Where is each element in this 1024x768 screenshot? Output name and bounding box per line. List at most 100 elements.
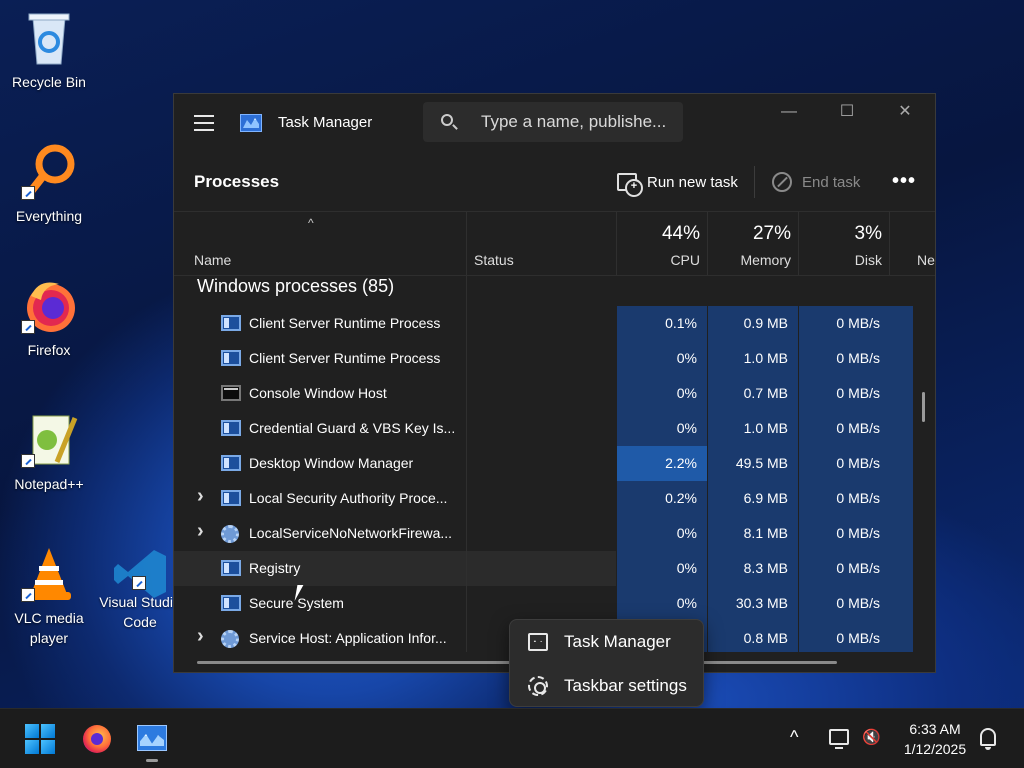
process-row[interactable]: Secure System 0% 30.3 MB 0 MB/s — [174, 586, 914, 621]
end-task-label: End task — [802, 173, 861, 191]
desktop-icon-label: Notepad++ — [14, 476, 84, 492]
search-placeholder[interactable]: Type a name, publishe... — [481, 112, 666, 132]
clock-date: 1/12/2025 — [903, 741, 967, 757]
process-name-cell[interactable]: Console Window Host — [174, 376, 466, 411]
process-row[interactable]: Console Window Host 0% 0.7 MB 0 MB/s — [174, 376, 914, 411]
more-options-icon[interactable]: ••• — [892, 170, 916, 193]
close-button[interactable]: ✕ — [890, 98, 920, 128]
process-name-cell[interactable]: › Service Host: Application Infor... — [174, 621, 466, 652]
process-disk-value: 0 MB/s — [799, 306, 913, 341]
process-name-cell[interactable]: › LocalServiceNoNetworkFirewa... — [174, 516, 466, 551]
process-name-cell[interactable]: Desktop Window Manager — [174, 446, 466, 481]
task-manager-window: Task Manager Type a name, publishe... — … — [173, 93, 936, 673]
desktop-icon-vlc[interactable]: VLC media player — [4, 544, 94, 648]
column-divider[interactable] — [889, 212, 890, 275]
expand-chevron-icon[interactable]: › — [197, 485, 204, 508]
process-row[interactable]: Desktop Window Manager 2.2% 49.5 MB 0 MB/s — [174, 446, 914, 481]
vertical-scrollbar[interactable] — [922, 392, 925, 422]
sort-ascending-icon: ^ — [308, 216, 314, 230]
process-name-cell[interactable]: › Local Security Authority Proce... — [174, 481, 466, 516]
column-header-memory[interactable]: Memory — [708, 252, 791, 268]
process-name-cell[interactable]: Client Server Runtime Process — [174, 306, 466, 341]
hamburger-menu-icon[interactable] — [194, 115, 214, 131]
volume-muted-icon[interactable]: 🔇 — [862, 729, 882, 747]
column-divider[interactable] — [466, 212, 467, 275]
process-disk-value: 0 MB/s — [799, 446, 913, 481]
process-status-cell — [467, 446, 616, 481]
process-memory-value: 0.8 MB — [708, 621, 798, 652]
notification-bell-icon[interactable] — [980, 728, 996, 750]
firefox-icon — [19, 276, 79, 336]
show-hidden-icons-chevron-icon[interactable]: ^ — [790, 727, 798, 748]
process-status-cell — [467, 376, 616, 411]
menu-item-task-manager[interactable]: Task Manager — [510, 620, 703, 664]
process-name-cell[interactable]: Registry — [174, 551, 466, 586]
column-header-name[interactable]: Name — [194, 252, 231, 268]
process-memory-value: 1.0 MB — [708, 411, 798, 446]
taskbar-task-manager-icon[interactable] — [137, 725, 167, 751]
process-status-cell — [467, 341, 616, 376]
expand-chevron-icon[interactable]: › — [197, 520, 204, 543]
process-name-cell[interactable]: Client Server Runtime Process — [174, 341, 466, 376]
title-bar[interactable]: Task Manager Type a name, publishe... — … — [174, 94, 935, 152]
process-disk-value: 0 MB/s — [799, 481, 913, 516]
minimize-button[interactable]: — — [774, 98, 804, 128]
memory-total-percent[interactable]: 27% — [708, 223, 791, 245]
process-cpu-value: 0% — [617, 341, 707, 376]
group-header: Windows processes (85) — [197, 276, 395, 296]
process-disk-value: 0 MB/s — [799, 621, 913, 652]
desktop-icon-label: Everything — [15, 208, 83, 224]
desktop-icon-vscode[interactable]: Visual Studio Code — [95, 544, 185, 632]
start-button-windows-icon[interactable] — [25, 724, 55, 754]
column-header-status[interactable]: Status — [474, 252, 514, 268]
process-name-cell[interactable]: Credential Guard & VBS Key Is... — [174, 411, 466, 446]
shortcut-arrow-icon — [132, 576, 146, 590]
process-row[interactable]: Client Server Runtime Process 0% 1.0 MB 0 M… — [174, 341, 914, 376]
vscode-icon — [110, 544, 170, 604]
process-row[interactable]: Credential Guard & VBS Key Is... 0% 1.0 MB… — [174, 411, 914, 446]
taskbar-firefox-icon[interactable] — [83, 725, 111, 753]
process-name: Console Window Host — [249, 385, 387, 401]
process-cpu-value: 0% — [617, 551, 707, 586]
process-icon — [221, 490, 241, 506]
network-icon[interactable] — [829, 729, 849, 749]
process-row[interactable]: Client Server Runtime Process 0.1% 0.9 MB 0… — [174, 306, 914, 341]
run-new-task-button[interactable]: Run new task — [617, 166, 738, 198]
search-box[interactable]: Type a name, publishe... — [423, 102, 683, 142]
shortcut-arrow-icon — [21, 320, 35, 334]
process-row[interactable]: › LocalServiceNoNetworkFirewa... 0% 8.1 MB 0… — [174, 516, 914, 551]
process-name-cell[interactable]: Secure System — [174, 586, 466, 621]
task-manager-app-icon — [240, 114, 262, 132]
desktop-icon-recycle-bin[interactable]: Recycle Bin — [4, 8, 94, 92]
process-memory-value: 6.9 MB — [708, 481, 798, 516]
process-cpu-value: 0% — [617, 411, 707, 446]
console-icon — [221, 385, 241, 401]
process-icon — [221, 455, 241, 471]
desktop-icon-everything[interactable]: Everything — [4, 142, 94, 226]
menu-item-taskbar-settings[interactable]: Taskbar settings — [510, 664, 703, 708]
process-row[interactable]: › Local Security Authority Proce... 0.2% 6.… — [174, 481, 914, 516]
disk-total-percent[interactable]: 3% — [799, 223, 882, 245]
settings-gear-icon — [528, 676, 548, 696]
end-task-button[interactable]: End task — [772, 166, 860, 198]
shortcut-arrow-icon — [21, 588, 35, 602]
command-bar: Processes Run new task End task ••• — [174, 152, 935, 212]
process-name: Local Security Authority Proce... — [249, 490, 448, 506]
process-name: Registry — [249, 560, 301, 576]
menu-item-label: Taskbar settings — [564, 676, 687, 695]
cpu-total-percent[interactable]: 44% — [617, 223, 700, 245]
column-header-disk[interactable]: Disk — [799, 252, 882, 268]
desktop-icon-label: Recycle Bin — [12, 74, 86, 90]
process-memory-value: 30.3 MB — [708, 586, 798, 621]
desktop-icon-notepad-plus-plus[interactable]: Notepad++ — [4, 410, 94, 494]
maximize-button[interactable]: ☐ — [832, 98, 862, 128]
clock[interactable]: 6:33 AM 1/12/2025 — [892, 719, 978, 759]
process-row[interactable]: Registry 0% 8.3 MB 0 MB/s — [174, 551, 914, 586]
column-header-cpu[interactable]: CPU — [617, 252, 700, 268]
process-disk-value: 0 MB/s — [799, 551, 913, 586]
process-status-cell — [467, 551, 616, 586]
desktop-icon-firefox[interactable]: Firefox — [4, 276, 94, 360]
expand-chevron-icon[interactable]: › — [197, 625, 204, 648]
process-cpu-value: 0.2% — [617, 481, 707, 516]
column-header-network[interactable]: Ne — [917, 252, 935, 268]
